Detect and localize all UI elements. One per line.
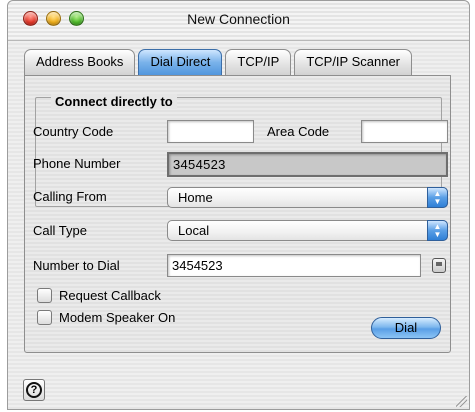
modem-speaker-label: Modem Speaker On (59, 310, 176, 325)
modem-speaker-checkbox[interactable] (37, 310, 52, 325)
calling-from-popup[interactable]: Home ▲ ▼ (167, 187, 448, 208)
call-type-label: Call Type (33, 223, 87, 238)
window-title: New Connection (187, 11, 290, 27)
area-code-label: Area Code (267, 124, 330, 139)
resize-grip-icon[interactable] (456, 396, 467, 407)
title-bar[interactable]: New Connection (8, 1, 469, 41)
number-to-dial-label: Number to Dial (33, 258, 120, 273)
request-callback-checkbox[interactable] (37, 288, 52, 303)
request-callback-label: Request Callback (59, 288, 161, 303)
calling-from-label: Calling From (33, 189, 107, 204)
area-code-field[interactable] (361, 120, 448, 143)
country-code-label: Country Code (33, 124, 114, 139)
call-type-value: Local (178, 223, 210, 238)
call-type-popup[interactable]: Local ▲ ▼ (167, 220, 448, 241)
help-icon: ? (26, 382, 42, 398)
tab-tcp-ip[interactable]: TCP/IP (225, 49, 292, 75)
dial-direct-panel: Connect directly to Country Code Area Co… (24, 75, 451, 353)
dial-button[interactable]: Dial (371, 317, 441, 339)
help-button[interactable]: ? (23, 379, 45, 401)
popup-arrows-icon: ▲ ▼ (427, 187, 448, 208)
phone-number-label: Phone Number (33, 156, 121, 171)
phone-number-field[interactable] (167, 152, 448, 177)
calling-from-value: Home (178, 190, 213, 205)
tab-dial-direct[interactable]: Dial Direct (138, 49, 223, 75)
number-to-dial-field[interactable] (167, 254, 421, 277)
connection-tabs: Address Books Dial Direct TCP/IP TCP/IP … (24, 49, 415, 75)
dialing-prefs-icon[interactable] (432, 258, 446, 273)
new-connection-window: New Connection Address Books Dial Direct… (7, 0, 470, 410)
tab-tcp-ip-scanner[interactable]: TCP/IP Scanner (294, 49, 413, 75)
tab-address-books[interactable]: Address Books (24, 49, 136, 75)
group-title: Connect directly to (51, 94, 177, 109)
popup-arrows-icon: ▲ ▼ (427, 220, 448, 241)
country-code-field[interactable] (167, 120, 254, 143)
